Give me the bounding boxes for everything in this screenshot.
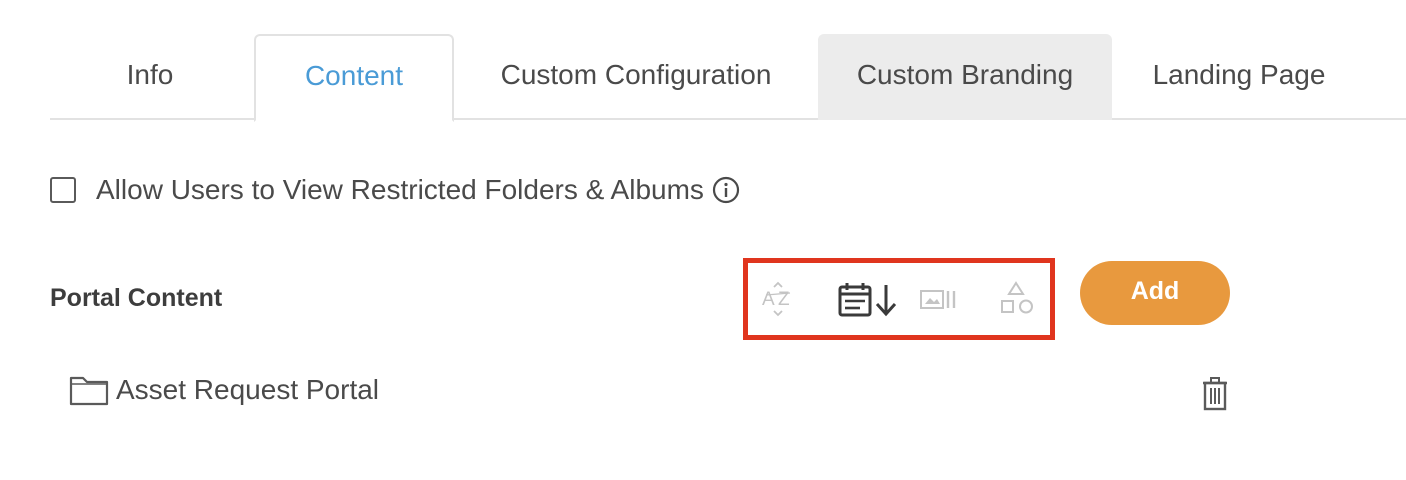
restricted-folders-label[interactable]: Allow Users to View Restricted Folders &…	[96, 174, 704, 206]
restricted-folders-checkbox[interactable]	[50, 177, 76, 203]
portal-content-title: Portal Content	[50, 284, 223, 312]
list-item[interactable]: Asset Request Portal	[68, 368, 379, 412]
page: Info Content Custom Configuration Custom…	[0, 0, 1406, 480]
list-item-label: Asset Request Portal	[116, 374, 380, 405]
svg-text:Z: Z	[778, 289, 790, 310]
tab-custom-configuration[interactable]: Custom Configuration	[460, 34, 812, 120]
sort-by-type-icon[interactable]	[996, 279, 1036, 319]
restricted-folders-option: Allow Users to View Restricted Folders &…	[50, 172, 740, 208]
sort-by-media-icon[interactable]	[918, 279, 960, 319]
tab-bar: Info Content Custom Configuration Custom…	[50, 34, 1406, 122]
tab-info[interactable]: Info	[50, 34, 250, 120]
folder-icon	[69, 376, 109, 406]
svg-text:A: A	[762, 289, 775, 310]
sort-by-date-icon[interactable]	[836, 279, 900, 319]
tab-custom-branding[interactable]: Custom Branding	[818, 34, 1112, 120]
add-button[interactable]: Add	[1080, 261, 1230, 325]
sort-toolbar: A Z	[743, 258, 1055, 340]
info-icon[interactable]	[712, 176, 740, 204]
sort-alphabetical-icon[interactable]: A Z	[758, 279, 798, 319]
tab-landing-page[interactable]: Landing Page	[1116, 34, 1362, 120]
trash-icon[interactable]	[1200, 376, 1230, 412]
tab-content[interactable]: Content	[254, 34, 454, 122]
